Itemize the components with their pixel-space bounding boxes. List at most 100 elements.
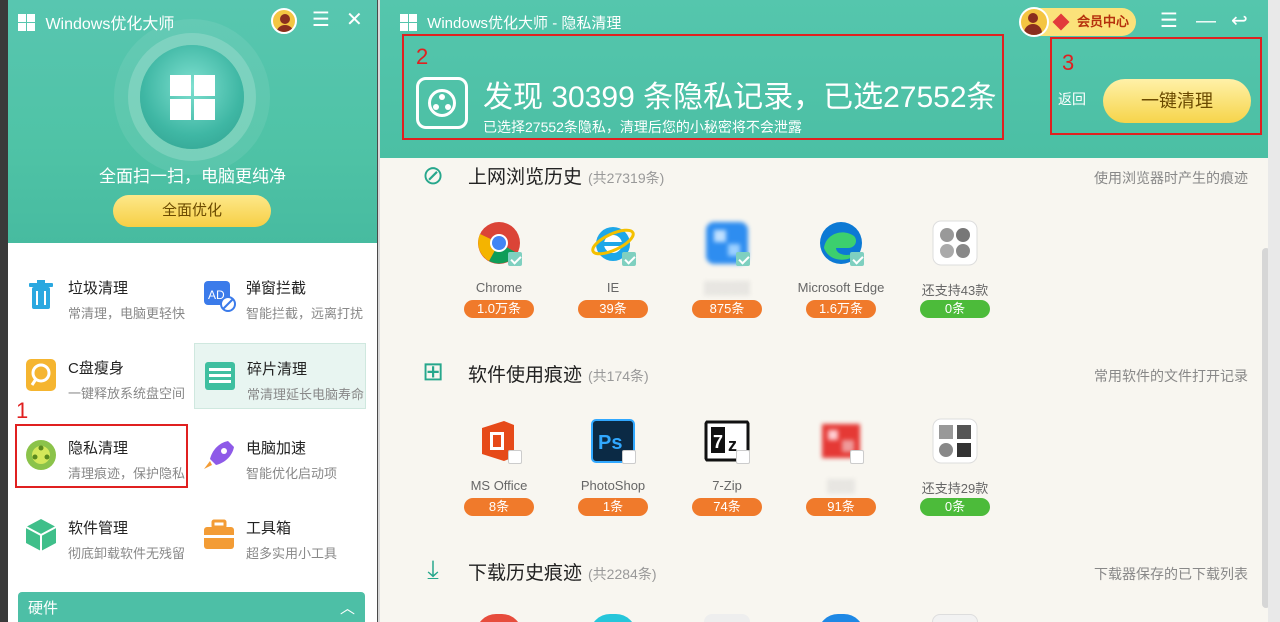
disk-slim-icon bbox=[26, 359, 56, 391]
feature-desc: 一键释放系统盘空间 bbox=[68, 386, 186, 401]
hardware-section-bar[interactable]: 硬件 ︿ bbox=[18, 592, 365, 622]
scan-result-headline: 发现 30399 条隐私记录，已选27552条 bbox=[483, 81, 997, 114]
app-blurred-browser[interactable]: ▒▒▒▒▒ 875条 bbox=[687, 220, 767, 330]
section-note: 常用软件的文件打开记录 bbox=[1094, 368, 1248, 384]
app-checkbox[interactable] bbox=[508, 450, 522, 464]
feature-pc-speedup[interactable]: 电脑加速 智能优化启动项 bbox=[194, 423, 366, 489]
feature-trash-clean[interactable]: 垃圾清理 常清理，电脑更轻快 bbox=[16, 263, 188, 329]
app-label: Chrome bbox=[475, 280, 523, 295]
vip-center-button[interactable]: 会员中心 bbox=[1019, 7, 1136, 37]
feature-desc: 常清理，电脑更轻快 bbox=[68, 306, 186, 321]
annotation-label-2: 2 bbox=[416, 44, 429, 69]
download-app-icon bbox=[818, 614, 864, 622]
user-avatar-icon[interactable] bbox=[271, 8, 297, 34]
section-count: (共27319条) bbox=[588, 170, 665, 186]
app-checkbox[interactable] bbox=[508, 252, 522, 266]
annotation-box-1 bbox=[15, 424, 188, 488]
main-title: Windows优化大师 bbox=[45, 16, 175, 33]
app-checkbox[interactable] bbox=[622, 252, 636, 266]
feature-name: 碎片清理 bbox=[247, 361, 308, 378]
app-label: 7-Zip bbox=[712, 478, 742, 493]
feature-name: 工具箱 bbox=[246, 520, 292, 537]
app-chrome[interactable]: Chrome 1.0万条 bbox=[459, 220, 539, 330]
app-count-badge: 1.6万条 bbox=[806, 300, 876, 318]
main-title-bar: Windows优化大师 bbox=[18, 10, 174, 34]
privacy-window: Windows优化大师 - 隐私清理 会员中心 ☰ — ↩ 2 发现 30399… bbox=[378, 0, 1268, 622]
app-label: IE bbox=[606, 280, 620, 295]
rocket-icon bbox=[204, 441, 234, 469]
app-checkbox[interactable] bbox=[850, 450, 864, 464]
app-7zip[interactable]: 7 z 7-Zip 74条 bbox=[687, 418, 767, 528]
section-title-text: 软件使用痕迹 bbox=[468, 365, 583, 386]
app-photoshop[interactable]: Ps PhotoShop 1条 bbox=[573, 418, 653, 528]
download-app-icon bbox=[476, 614, 522, 622]
browser-history-icon: ⊘ bbox=[422, 160, 444, 190]
app-checkbox[interactable] bbox=[622, 450, 636, 464]
software-trace-icon: ⊞ bbox=[422, 356, 444, 386]
feature-toolbox[interactable]: 工具箱 超多实用小工具 bbox=[194, 503, 366, 569]
app-checkbox[interactable] bbox=[736, 450, 750, 464]
feature-popup-block[interactable]: AD 弹窗拦截 智能拦截，远离打扰 bbox=[194, 263, 366, 329]
section-title-software: 软件使用痕迹 (共174条) bbox=[468, 360, 649, 387]
windows-logo-icon bbox=[400, 14, 417, 31]
app-checkbox[interactable] bbox=[736, 252, 750, 266]
window-edge bbox=[0, 0, 8, 622]
svg-text:Ps: Ps bbox=[598, 432, 622, 454]
minimize-icon[interactable]: — bbox=[1196, 8, 1216, 34]
feature-software-manage[interactable]: 软件管理 彻底卸载软件无残留 bbox=[16, 503, 188, 569]
app-blurred-software[interactable]: ▒▒▒ 91条 bbox=[801, 418, 881, 528]
feature-name: C盘瘦身 bbox=[68, 360, 124, 377]
app-label: MS Office bbox=[470, 478, 528, 493]
trash-icon bbox=[29, 280, 53, 309]
back-arrow-icon[interactable]: ↩ bbox=[1231, 8, 1248, 34]
one-click-clean-button[interactable]: 一键清理 bbox=[1103, 79, 1251, 123]
desktop-edge bbox=[1268, 0, 1280, 622]
app-count-badge: 91条 bbox=[806, 498, 876, 516]
app-edge[interactable]: Microsoft Edge 1.6万条 bbox=[798, 220, 884, 330]
more-apps-icon bbox=[932, 418, 978, 464]
privacy-title-bar: Windows优化大师 - 隐私清理 bbox=[400, 12, 621, 33]
scan-result-subline: 已选择27552条隐私，清理后您的小秘密将不会泄露 bbox=[483, 119, 802, 135]
more-browsers-icon bbox=[932, 220, 978, 266]
app-more-software[interactable]: 还支持29款 0条 bbox=[915, 418, 995, 528]
app-count-badge: 74条 bbox=[692, 498, 762, 516]
app-count-badge: 0条 bbox=[920, 498, 990, 516]
download-app-icon bbox=[590, 614, 636, 622]
app-count-badge: 8条 bbox=[464, 498, 534, 516]
close-icon[interactable]: ✕ bbox=[346, 8, 363, 32]
back-link[interactable]: 返回 bbox=[1058, 89, 1086, 109]
privacy-film-icon bbox=[416, 77, 468, 129]
menu-icon[interactable]: ☰ bbox=[312, 8, 330, 32]
app-ie[interactable]: IE 39条 bbox=[573, 220, 653, 330]
menu-icon[interactable]: ☰ bbox=[1160, 8, 1178, 34]
windows-logo-icon bbox=[170, 75, 215, 120]
feature-defrag-clean[interactable]: 碎片清理 常清理延长电脑寿命 bbox=[194, 343, 366, 409]
app-more-browsers[interactable]: 还支持43款 0条 bbox=[915, 220, 995, 330]
feature-desc: 智能优化启动项 bbox=[246, 466, 338, 481]
gem-icon bbox=[1052, 13, 1070, 31]
section-note: 下载器保存的已下载列表 bbox=[1094, 566, 1248, 582]
app-label: ▒▒▒ bbox=[827, 478, 855, 493]
app-ms-office[interactable]: MS Office 8条 bbox=[459, 418, 539, 528]
feature-c-disk-slim[interactable]: C盘瘦身 一键释放系统盘空间 bbox=[16, 343, 188, 409]
feature-desc: 彻底卸载软件无残留 bbox=[68, 546, 186, 561]
app-checkbox[interactable] bbox=[850, 252, 864, 266]
feature-name: 弹窗拦截 bbox=[246, 280, 307, 297]
download-icon: ⤓ bbox=[427, 554, 439, 584]
hardware-label: 硬件 bbox=[28, 600, 59, 617]
defrag-icon bbox=[205, 362, 235, 390]
chevron-up-icon[interactable]: ︿ bbox=[340, 592, 355, 622]
cube-icon bbox=[25, 519, 57, 551]
app-count-badge: 1.0万条 bbox=[464, 300, 534, 318]
app-count-badge: 39条 bbox=[578, 300, 648, 318]
main-header: Windows优化大师 ☰ ✕ 全面扫一扫，电脑更纯净 全面优化 bbox=[8, 0, 377, 243]
app-label: 还支持43款 bbox=[921, 283, 989, 298]
download-app-icon bbox=[704, 614, 750, 622]
svg-text:7: 7 bbox=[713, 432, 723, 452]
section-title-download: 下载历史痕迹 (共2284条) bbox=[468, 558, 656, 585]
feature-desc: 超多实用小工具 bbox=[246, 546, 338, 561]
section-title-text: 上网浏览历史 bbox=[468, 167, 583, 188]
app-count-badge: 0条 bbox=[920, 300, 990, 318]
full-optimize-button[interactable]: 全面优化 bbox=[113, 195, 271, 227]
privacy-title: Windows优化大师 - 隐私清理 bbox=[427, 15, 622, 32]
